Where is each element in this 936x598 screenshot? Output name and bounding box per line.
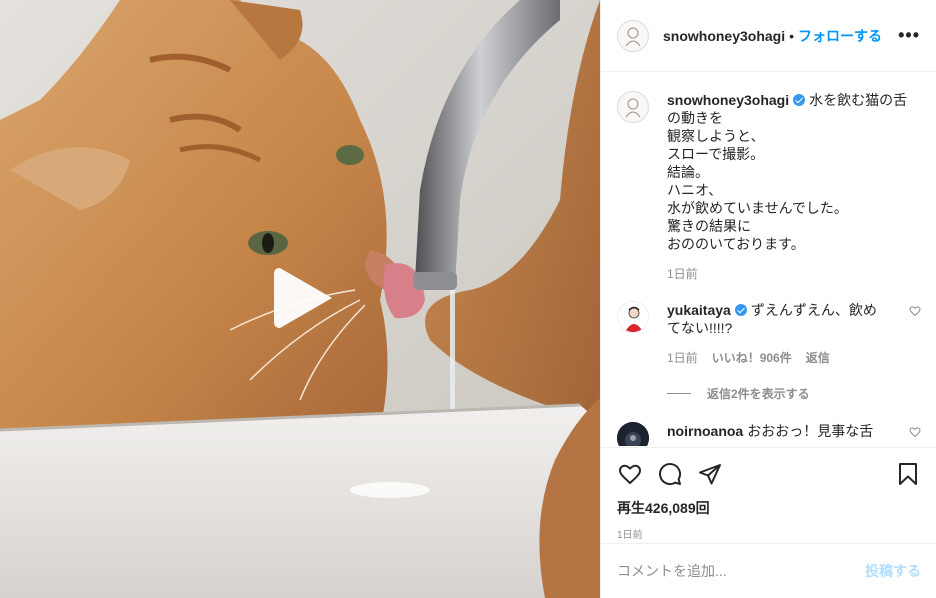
share-icon bbox=[699, 464, 721, 485]
view-count[interactable]: 再生426,089回 bbox=[617, 498, 921, 518]
author-avatar[interactable] bbox=[617, 19, 649, 52]
verified-icon bbox=[793, 94, 806, 106]
avatar-illustration-icon bbox=[618, 302, 648, 332]
comment-meta: 1日前 いいね！906件 返信 bbox=[667, 349, 899, 367]
caption-line: スローで撮影。 bbox=[667, 146, 765, 162]
caption-avatar[interactable] bbox=[617, 91, 649, 123]
caption-line: 結論。 bbox=[667, 164, 709, 180]
commenter-avatar[interactable] bbox=[617, 301, 649, 333]
comment-text: てない!!!!? bbox=[667, 320, 733, 336]
author-username[interactable]: snowhoney3ohagi bbox=[663, 28, 785, 44]
comment-body: noirnoanoa おおおっ！見事な舌 bbox=[667, 422, 899, 440]
comment-button[interactable] bbox=[657, 461, 683, 487]
caption: snowhoney3ohagi 水を飲む猫の舌 の動きを 観察しようと、 スローで… bbox=[617, 91, 921, 283]
commenter-username[interactable]: yukaitaya bbox=[667, 302, 731, 318]
comment-body: yukaitaya ずえんずえん、飲め てない!!!!? 1日前 いいね！906件… bbox=[667, 301, 899, 367]
comment-likes[interactable]: いいね！906件 bbox=[712, 349, 792, 367]
follow-button[interactable]: フォローする bbox=[798, 26, 882, 46]
caption-line: 水が飲めていませんでした。 bbox=[667, 200, 848, 216]
comment-text: おおおっ！見事な舌 bbox=[747, 423, 874, 439]
action-icons bbox=[617, 460, 921, 488]
caption-username[interactable]: snowhoney3ohagi bbox=[667, 92, 789, 108]
avatar-sketch-icon bbox=[625, 27, 641, 46]
instagram-post: snowhoney3ohagi • フォローする ••• snowhoney3o… bbox=[0, 0, 936, 598]
save-button[interactable] bbox=[895, 461, 921, 487]
view-replies-label: 返信2件を表示する bbox=[707, 387, 810, 401]
post-date[interactable]: 1日前 bbox=[617, 526, 921, 541]
caption-line: おののいております。 bbox=[667, 236, 805, 252]
comment-time: 1日前 bbox=[667, 351, 698, 365]
play-button[interactable] bbox=[268, 262, 340, 334]
caption-line: 水を飲む猫の舌 bbox=[809, 92, 908, 108]
comment-item: yukaitaya ずえんずえん、飲め てない!!!!? 1日前 いいね！906件… bbox=[617, 301, 921, 367]
like-button[interactable] bbox=[617, 461, 643, 487]
play-icon bbox=[274, 268, 332, 328]
comment-text: ずえんずえん、飲め bbox=[750, 302, 877, 318]
caption-line: の動きを bbox=[667, 110, 723, 126]
heart-icon bbox=[618, 464, 642, 485]
comment-input[interactable] bbox=[617, 563, 865, 579]
bookmark-icon bbox=[899, 463, 917, 485]
commenter-avatar[interactable] bbox=[617, 422, 649, 446]
comments-list[interactable]: snowhoney3ohagi 水を飲む猫の舌 の動きを 観察しようと、 スローで… bbox=[601, 73, 936, 446]
comment-like-heart-icon[interactable] bbox=[909, 426, 921, 438]
header-separator: • bbox=[789, 27, 795, 44]
share-button[interactable] bbox=[697, 461, 723, 487]
replies-divider bbox=[667, 393, 691, 394]
comment-item: noirnoanoa おおおっ！見事な舌 bbox=[617, 422, 921, 446]
caption-line: ハニオ、 bbox=[667, 182, 723, 198]
post-side-panel: snowhoney3ohagi • フォローする ••• snowhoney3o… bbox=[600, 0, 936, 598]
reply-button[interactable]: 返信 bbox=[806, 349, 830, 367]
post-header: snowhoney3ohagi • フォローする ••• bbox=[601, 0, 936, 72]
commenter-username[interactable]: noirnoanoa bbox=[667, 423, 743, 439]
caption-line: 観察しようと、 bbox=[667, 128, 765, 144]
caption-body: snowhoney3ohagi 水を飲む猫の舌 の動きを 観察しようと、 スローで… bbox=[667, 91, 921, 283]
caption-line: 驚きの結果に bbox=[667, 218, 751, 234]
avatar-photo-icon bbox=[617, 422, 649, 446]
caption-time: 1日前 bbox=[667, 267, 698, 281]
post-actions: 再生426,089回 1日前 bbox=[601, 447, 936, 543]
verified-icon bbox=[734, 304, 747, 316]
comment-icon bbox=[659, 463, 682, 486]
add-comment-bar: 投稿する bbox=[601, 543, 936, 598]
post-comment-button[interactable]: 投稿する bbox=[865, 561, 921, 581]
caption-meta: 1日前 bbox=[667, 265, 921, 283]
view-replies-button[interactable]: 返信2件を表示する bbox=[667, 385, 921, 402]
avatar-sketch-icon bbox=[625, 98, 641, 118]
more-options-icon[interactable]: ••• bbox=[898, 25, 920, 46]
comment-like-heart-icon[interactable] bbox=[909, 305, 921, 317]
post-video[interactable] bbox=[0, 0, 600, 598]
